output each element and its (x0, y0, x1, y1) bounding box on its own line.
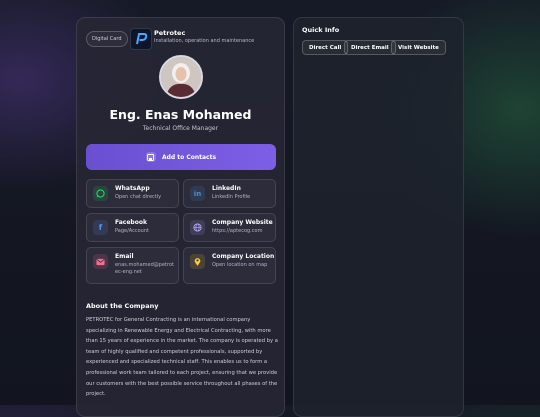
contact-subtitle: Open location on map (212, 262, 268, 268)
petrotec-logo-icon (136, 33, 148, 45)
direct-call-button[interactable]: Direct Call (302, 40, 349, 55)
person-name: Eng. Enas Mohamed (109, 107, 252, 122)
about-title: About the Company (86, 302, 159, 310)
contact-tile-website[interactable]: Company Website https://aptecog.com (183, 213, 276, 242)
contact-tile-whatsapp[interactable]: WhatsApp Open chat directly (86, 179, 179, 208)
contact-title: Email (115, 253, 134, 260)
contact-subtitle: Page/Account (115, 228, 149, 234)
linkedin-icon: in (190, 186, 205, 201)
contact-subtitle: https://aptecog.com (212, 228, 263, 234)
contact-title: Company Website (212, 219, 273, 226)
petrotec-logo (130, 28, 152, 50)
facebook-icon: f (93, 220, 108, 235)
location-pin-icon (190, 254, 205, 269)
contact-tile-linkedin[interactable]: in LinkedIn LinkedIn Profile (183, 179, 276, 208)
contact-subtitle: LinkedIn Profile (212, 194, 251, 200)
mail-icon (93, 254, 108, 269)
profile-card: Digital Card Petrotec Installation, oper… (76, 17, 285, 417)
quick-info-title: Quick Info (302, 26, 340, 34)
save-icon (145, 152, 156, 162)
contact-title: Company Location (212, 253, 275, 260)
avatar (159, 55, 203, 99)
brand-name: Petrotec (154, 29, 186, 37)
contact-subtitle: enas.mohamed@petrotec-eng.net (115, 262, 174, 275)
person-role: Technical Office Manager (142, 125, 219, 132)
contact-subtitle: Open chat directly (115, 194, 162, 200)
contact-tile-email[interactable]: Email enas.mohamed@petrotec-eng.net (86, 247, 179, 284)
quick-info-panel: Quick Info Direct Call Direct Email Visi… (293, 17, 464, 417)
whatsapp-icon (93, 186, 108, 201)
digital-card-badge: Digital Card (86, 31, 128, 47)
about-body: PETROTEC for General Contracting is an i… (86, 317, 278, 398)
add-to-contacts-label: Add to Contacts (161, 153, 217, 161)
globe-icon (190, 220, 205, 235)
contact-title: Facebook (115, 219, 147, 226)
contact-tile-facebook[interactable]: f Facebook Page/Account (86, 213, 179, 242)
contact-title: WhatsApp (115, 185, 150, 192)
brand-tagline: Installation, operation and maintenance (154, 38, 255, 44)
visit-website-button[interactable]: Visit Website (391, 40, 446, 55)
contact-title: LinkedIn (212, 185, 241, 192)
add-to-contacts-button[interactable]: Add to Contacts (86, 144, 276, 170)
contact-tile-location[interactable]: Company Location Open location on map (183, 247, 276, 284)
direct-email-button[interactable]: Direct Email (344, 40, 396, 55)
